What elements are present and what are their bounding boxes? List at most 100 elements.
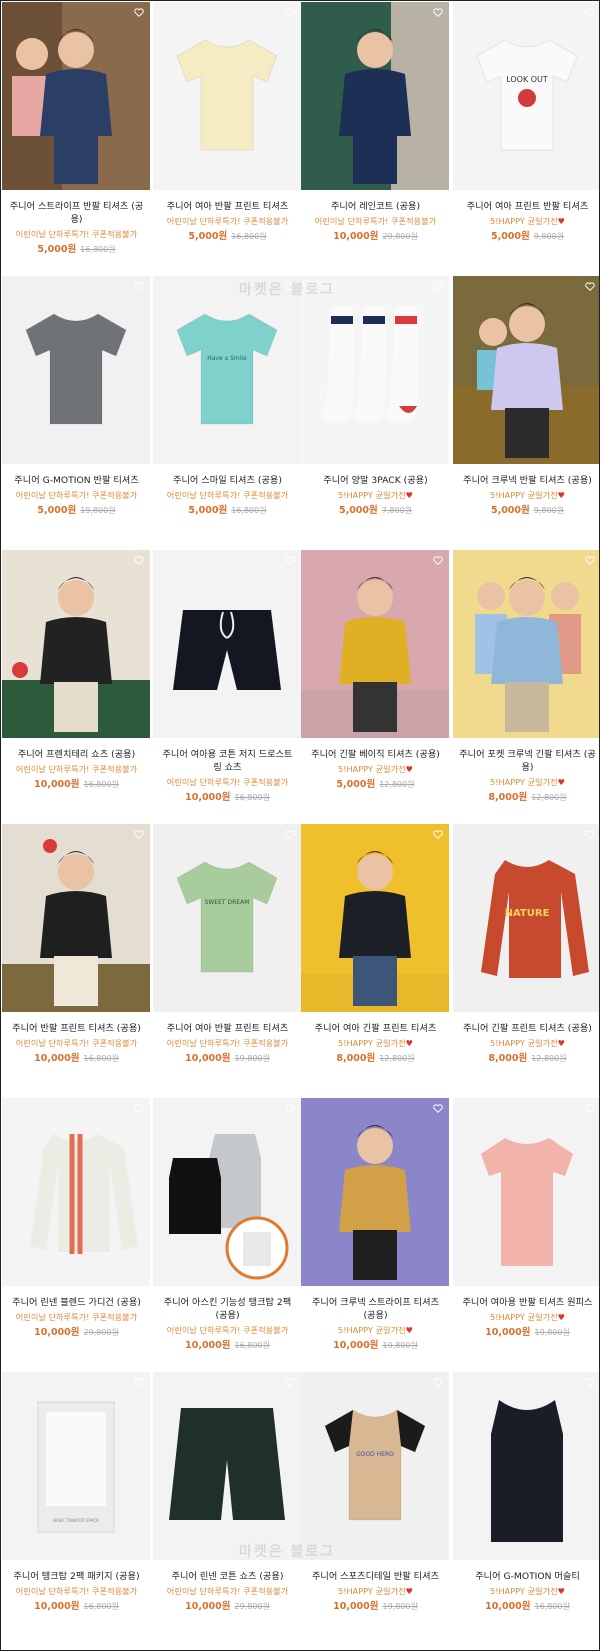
product-title[interactable]: 주니어 여아 반팔 프린트 티셔츠 [153,1022,302,1035]
product-title[interactable]: 주니어 G-MOTION 반팔 티셔츠 [2,474,151,487]
product-title[interactable]: 주니어 여아 긴팔 프린트 티셔츠 [301,1022,450,1035]
heart-icon[interactable] [285,1104,295,1113]
heart-icon[interactable] [433,556,443,565]
heart-icon[interactable] [285,556,295,565]
product-title[interactable]: 주니어 크루넥 스트라이프 티셔츠 (공용) [301,1296,450,1322]
heart-icon[interactable] [433,1104,443,1113]
product-title[interactable]: 주니어 양말 3PACK (공용) [301,474,450,487]
product-image[interactable]: Have a Smile [153,276,301,464]
product-card[interactable]: 주니어 여아 긴팔 프린트 티셔츠 5!HAPPY 균일가전♥ 8,000원 12,8… [301,824,450,1095]
product-card[interactable]: 주니어 크루넥 스트라이프 티셔츠 (공용) 5!HAPPY 균일가전♥ 10,00… [301,1098,450,1369]
product-image[interactable] [301,824,449,1012]
product-image[interactable]: SWEET DREAM [153,824,301,1012]
product-image[interactable] [453,276,599,464]
product-card[interactable]: SWEET DREAM 주니어 여아 반팔 프린트 티셔츠 어린이날 단하루특가! … [153,824,302,1095]
product-title[interactable]: 주니어 스포츠디테일 반팔 티셔츠 [301,1570,450,1583]
product-card[interactable]: 주니어 여아용 코튼 저지 드로스트링 쇼츠 어린이날 단하루특가! 쿠폰적용불가… [153,550,302,821]
product-card[interactable]: 주니어 스트라이프 반팔 티셔츠 (공용) 어린이날 단하루특가! 쿠폰적용불가 5… [2,2,151,273]
product-card[interactable]: 주니어 린넨 블렌드 가디건 (공용) 어린이날 단하루특가! 쿠폰적용불가 10,… [2,1098,151,1369]
product-title[interactable]: 주니어 크루넥 반팔 티셔츠 (공용) [453,474,599,487]
product-title[interactable]: 주니어 여아용 코튼 저지 드로스트링 쇼츠 [153,748,302,774]
product-image[interactable]: LOOK OUT [453,2,599,190]
heart-icon[interactable] [134,1378,144,1387]
product-card[interactable]: 주니어 반팔 프린트 티셔츠 (공용) 어린이날 단하루특가! 쿠폰적용불가 10,… [2,824,151,1095]
product-image[interactable] [2,824,150,1012]
product-card[interactable]: 주니어 프렌치테리 쇼츠 (공용) 어린이날 단하루특가! 쿠폰적용불가 10,00… [2,550,151,821]
product-card[interactable]: 주니어 G-MOTION 머슬티 5!HAPPY 균일가전♥ 10,000원 16,8… [453,1372,599,1643]
product-title[interactable]: 주니어 프렌치테리 쇼츠 (공용) [2,748,151,761]
heart-icon[interactable] [433,1378,443,1387]
heart-icon[interactable] [134,282,144,291]
product-title[interactable]: 주니어 여아용 반팔 티셔츠 원피스 [453,1296,599,1309]
heart-icon[interactable] [134,8,144,17]
product-title[interactable]: 주니어 린넨 코튼 쇼츠 (공용) [153,1570,302,1583]
product-card[interactable]: 주니어 양말 3PACK (공용) 5!HAPPY 균일가전♥ 5,000원 7,80… [301,276,450,547]
product-image[interactable] [2,2,150,190]
product-title[interactable]: 주니어 여아 프린트 반팔 티셔츠 [453,200,599,213]
product-title[interactable]: 주니어 탱크탑 2팩 패키지 (공용) [2,1570,151,1583]
product-card[interactable]: 주니어 긴팔 베이직 티셔츠 (공용) 5!HAPPY 균일가전♥ 5,000원 12… [301,550,450,821]
product-title[interactable]: 주니어 레인코트 (공용) [301,200,450,213]
heart-icon[interactable] [433,830,443,839]
heart-icon[interactable] [285,1378,295,1387]
product-card[interactable]: 주니어 G-MOTION 반팔 티셔츠 어린이날 단하루특가! 쿠폰적용불가 5,0… [2,276,151,547]
product-card[interactable]: LOOK OUT 주니어 여아 프린트 반팔 티셔츠 5!HAPPY 균일가전♥ 5,… [453,2,599,273]
heart-icon[interactable] [285,8,295,17]
sale-price: 5,000원 [37,505,77,516]
heart-icon[interactable] [585,1378,595,1387]
product-image[interactable] [301,1098,449,1286]
product-card[interactable]: 주니어 아스킨 기능성 탱크탑 2팩 (공용) 어린이날 단하루특가! 쿠폰적용불… [153,1098,302,1369]
heart-icon[interactable] [585,830,595,839]
product-card[interactable]: NATURE 주니어 긴팔 프린트 티셔츠 (공용) 5!HAPPY 균일가전♥ 8,… [453,824,599,1095]
product-image[interactable] [2,1098,150,1286]
red-heart-icon: ♥ [405,1586,414,1596]
product-title[interactable]: 주니어 아스킨 기능성 탱크탑 2팩 (공용) [153,1296,302,1322]
product-image[interactable] [2,550,150,738]
product-card[interactable]: BASIC TANKTOP 2PACK 주니어 탱크탑 2팩 패키지 (공용) 어린… [2,1372,151,1643]
product-image[interactable] [301,2,449,190]
product-image[interactable]: GOOD HERO [301,1372,449,1560]
heart-icon[interactable] [585,8,595,17]
product-image[interactable] [153,1098,301,1286]
product-card[interactable]: 주니어 여아용 반팔 티셔츠 원피스 5!HAPPY 균일가전♥ 10,000원 19… [453,1098,599,1369]
heart-icon[interactable] [285,830,295,839]
product-title[interactable]: 주니어 린넨 블렌드 가디건 (공용) [2,1296,151,1309]
product-image[interactable] [153,2,301,190]
product-title[interactable]: 주니어 긴팔 베이직 티셔츠 (공용) [301,748,450,761]
heart-icon[interactable] [585,556,595,565]
product-image[interactable] [153,550,301,738]
heart-icon[interactable] [134,1104,144,1113]
product-image[interactable] [2,276,150,464]
product-image[interactable]: BASIC TANKTOP 2PACK [2,1372,150,1560]
product-card[interactable]: 주니어 린넨 코튼 쇼츠 (공용) 어린이날 단하루특가! 쿠폰적용불가 10,00… [153,1372,302,1643]
promo-label: 5!HAPPY 균일가전♥ [453,1584,599,1598]
product-title[interactable]: 주니어 스마일 티셔츠 (공용) [153,474,302,487]
product-card[interactable]: 주니어 포켓 크루넥 긴팔 티셔츠 (공용) 5!HAPPY 균일가전♥ 8,000… [453,550,599,821]
watermark: 마켓은 블로그 [239,1544,336,1560]
heart-icon[interactable] [433,8,443,17]
product-card[interactable]: 주니어 크루넥 반팔 티셔츠 (공용) 5!HAPPY 균일가전♥ 5,000원 9,… [453,276,599,547]
product-title[interactable]: 주니어 포켓 크루넥 긴팔 티셔츠 (공용) [453,748,599,774]
heart-icon[interactable] [134,830,144,839]
heart-icon[interactable] [585,282,595,291]
heart-icon[interactable] [433,282,443,291]
product-card[interactable]: 주니어 레인코트 (공용) 어린이날 단하루특가! 쿠폰적용불가 10,000원 29… [301,2,450,273]
product-image[interactable] [453,1372,599,1560]
product-image[interactable]: NATURE [453,824,599,1012]
product-title[interactable]: 주니어 긴팔 프린트 티셔츠 (공용) [453,1022,599,1035]
product-info: 주니어 크루넥 반팔 티셔츠 (공용) 5!HAPPY 균일가전♥ 5,000원 9,… [453,474,599,519]
heart-icon[interactable] [134,556,144,565]
product-image[interactable] [453,1098,599,1286]
product-image[interactable] [453,550,599,738]
product-image[interactable] [153,1372,301,1560]
product-card[interactable]: GOOD HERO 주니어 스포츠디테일 반팔 티셔츠 5!HAPPY 균일가전♥ 1… [301,1372,450,1643]
product-card[interactable]: 주니어 여아 반팔 프린트 티셔츠 어린이날 단하루특가! 쿠폰적용불가 5,000… [153,2,302,273]
product-title[interactable]: 주니어 G-MOTION 머슬티 [453,1570,599,1583]
product-image[interactable] [301,276,449,464]
product-title[interactable]: 주니어 반팔 프린트 티셔츠 (공용) [2,1022,151,1035]
product-card[interactable]: Have a Smile 주니어 스마일 티셔츠 (공용) 어린이날 단하루특가! … [153,276,302,547]
heart-icon[interactable] [585,1104,595,1113]
product-title[interactable]: 주니어 스트라이프 반팔 티셔츠 (공용) [2,200,151,226]
product-title[interactable]: 주니어 여아 반팔 프린트 티셔츠 [153,200,302,213]
product-image[interactable] [301,550,449,738]
